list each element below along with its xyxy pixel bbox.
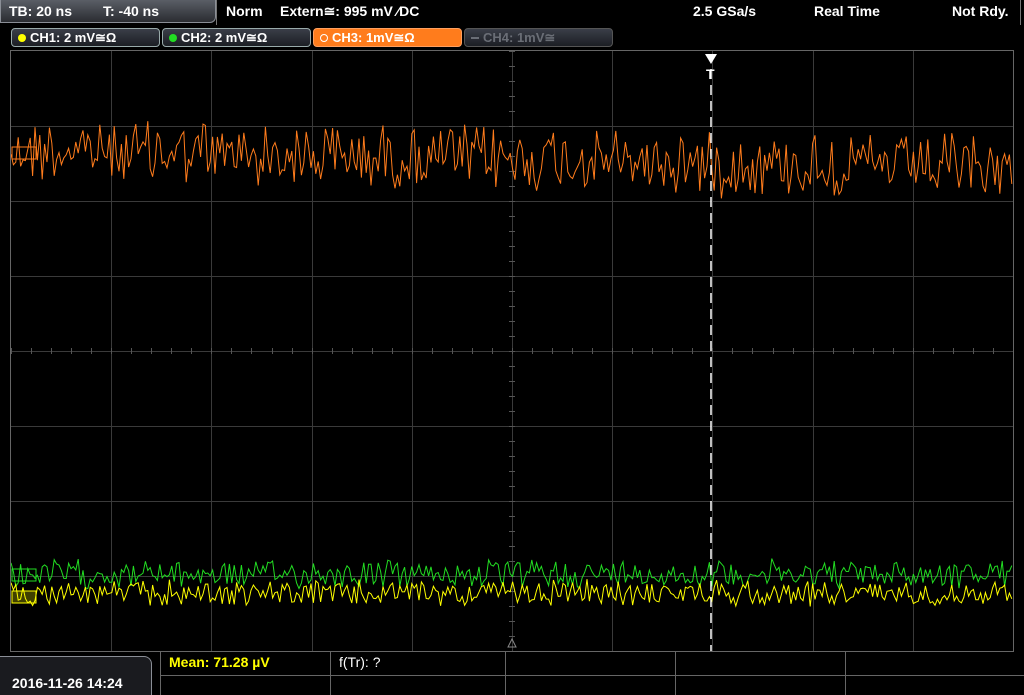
divider: [216, 0, 217, 25]
datetime-label: 2016-11-26 14:24: [12, 675, 123, 691]
measurement-divider: [505, 652, 506, 695]
trigger-mode-label[interactable]: Norm: [226, 3, 263, 19]
ch3-offset-marker-icon[interactable]: [11, 146, 37, 160]
measurement-divider: [160, 652, 161, 695]
channel-tab-label: CH2: 2 mV≅Ω: [181, 30, 268, 45]
measurement-divider: [160, 675, 1024, 676]
measurement-divider: [845, 652, 846, 695]
waveform-canvas[interactable]: T: [10, 51, 1014, 652]
datetime-panel: 2016-11-26 14:24: [0, 656, 152, 695]
measurement-divider: [330, 652, 331, 695]
timebase-panel[interactable]: TB: 20 ns T: -40 ns: [0, 0, 216, 23]
ch3-dot-icon: [320, 34, 328, 42]
timebase-label: TB: 20 ns: [9, 3, 73, 19]
ch1-offset-marker-icon[interactable]: [11, 590, 37, 604]
measurement-divider: [675, 652, 676, 695]
sample-rate-label[interactable]: 2.5 GSa/s: [693, 3, 756, 19]
frequency-measurement[interactable]: f(Tr): ?: [339, 654, 380, 670]
trigger-time-label: T: -40 ns: [103, 3, 160, 19]
acquisition-state-label: Not Rdy.: [952, 3, 1009, 19]
trigger-marker-label: T: [706, 66, 715, 82]
channel-tab-label: CH4: 1mV≅: [483, 30, 556, 45]
ch1-trace: [10, 579, 1013, 608]
channel-tab-ch3[interactable]: CH3: 1mV≅Ω: [313, 28, 462, 47]
trigger-source-label[interactable]: Extern≅: 995 mV ⁄DC: [280, 3, 419, 20]
mean-measurement[interactable]: Mean: 71.28 µV: [169, 654, 270, 670]
ch4-off-icon: [471, 37, 479, 39]
channel-tab-ch4[interactable]: CH4: 1mV≅: [464, 28, 613, 47]
status-bar: TB: 20 ns T: -40 ns Norm Extern≅: 995 mV…: [0, 0, 1024, 25]
trigger-position-marker-icon[interactable]: [705, 54, 717, 64]
ch2-trace: [10, 558, 1013, 591]
ch1-dot-icon: [18, 34, 26, 42]
channel-tab-label: CH1: 2 mV≅Ω: [30, 30, 117, 45]
graticule: [11, 51, 1014, 652]
channel-tab-ch1[interactable]: CH1: 2 mV≅Ω: [11, 28, 160, 47]
waveform-display[interactable]: T: [10, 50, 1014, 652]
channel-tab-ch2[interactable]: CH2: 2 mV≅Ω: [162, 28, 311, 47]
divider: [1020, 0, 1021, 25]
acquisition-mode-label[interactable]: Real Time: [814, 3, 880, 19]
channel-tab-label: CH3: 1mV≅Ω: [332, 30, 415, 45]
ch2-dot-icon: [169, 34, 177, 42]
